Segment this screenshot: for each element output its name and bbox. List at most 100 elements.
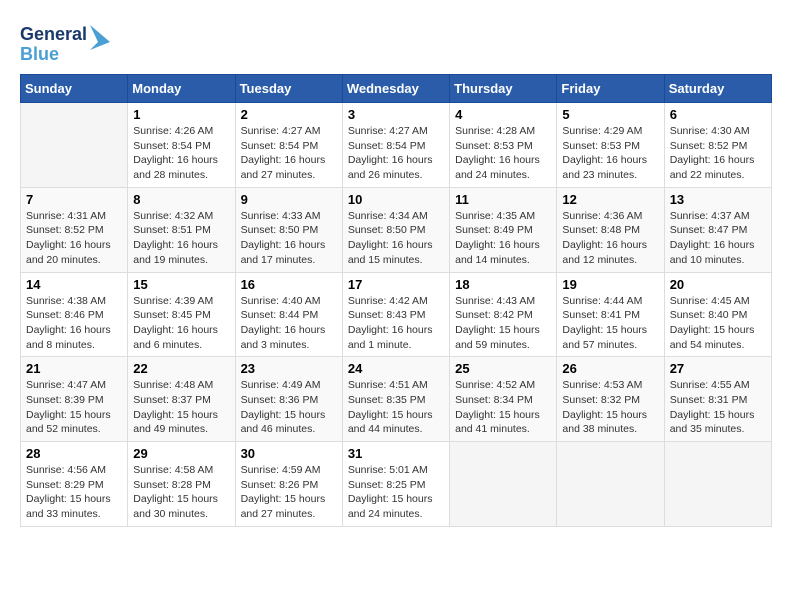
svg-text:Blue: Blue — [20, 44, 59, 64]
calendar-cell — [557, 442, 664, 527]
day-number: 31 — [348, 446, 444, 461]
day-number: 13 — [670, 192, 766, 207]
logo-svg: GeneralBlue — [20, 20, 110, 64]
calendar-cell: 8 Sunrise: 4:32 AM Sunset: 8:51 PM Daylig… — [128, 187, 235, 272]
calendar-week-row: 28 Sunrise: 4:56 AM Sunset: 8:29 PM Dayli… — [21, 442, 772, 527]
day-info: Sunrise: 4:27 AM Sunset: 8:54 PM Dayligh… — [348, 124, 444, 183]
calendar-cell: 9Sunrise: 4:33 AM Sunset: 8:50 PM Daylig… — [235, 187, 342, 272]
day-number: 20 — [670, 277, 766, 292]
calendar-week-row: 14 Sunrise: 4:38 AM Sunset: 8:46 PM Dayli… — [21, 272, 772, 357]
calendar-cell: 20Sunrise: 4:45 AM Sunset: 8:40 PM Dayli… — [664, 272, 771, 357]
calendar-cell: 16 Sunrise: 4:40 AM Sunset: 8:44 PM Dayli… — [235, 272, 342, 357]
day-header-wednesday: Wednesday — [342, 75, 449, 103]
calendar-cell: 2Sunrise: 4:27 AM Sunset: 8:54 PM Daylig… — [235, 103, 342, 188]
day-info: Sunrise: 4:40 AM Sunset: 8:44 PM Dayligh… — [241, 294, 337, 353]
day-header-saturday: Saturday — [664, 75, 771, 103]
calendar-week-row: 1 Sunrise: 4:26 AM Sunset: 8:54 PM Daylig… — [21, 103, 772, 188]
calendar-cell: 12 Sunrise: 4:36 AM Sunset: 8:48 PM Dayli… — [557, 187, 664, 272]
calendar-table: SundayMondayTuesdayWednesdayThursdayFrid… — [20, 74, 772, 527]
day-number: 30 — [241, 446, 337, 461]
calendar-cell: 7 Sunrise: 4:31 AM Sunset: 8:52 PM Daylig… — [21, 187, 128, 272]
day-info: Sunrise: 4:39 AM Sunset: 8:45 PM Dayligh… — [133, 294, 229, 353]
calendar-cell: 31 Sunrise: 5:01 AM Sunset: 8:25 PM Dayli… — [342, 442, 449, 527]
day-number: 11 — [455, 192, 551, 207]
day-number: 21 — [26, 361, 122, 376]
day-info: Sunrise: 4:51 AM Sunset: 8:35 PM Dayligh… — [348, 378, 444, 437]
day-number: 24 — [348, 361, 444, 376]
day-number: 10 — [348, 192, 444, 207]
day-number: 17 — [348, 277, 444, 292]
calendar-cell: 3 Sunrise: 4:27 AM Sunset: 8:54 PM Daylig… — [342, 103, 449, 188]
day-info: Sunrise: 4:58 AM Sunset: 8:28 PM Dayligh… — [133, 463, 229, 522]
day-info: Sunrise: 4:36 AM Sunset: 8:48 PM Dayligh… — [562, 209, 658, 268]
day-info: Sunrise: 4:56 AM Sunset: 8:29 PM Dayligh… — [26, 463, 122, 522]
calendar-cell: 21 Sunrise: 4:47 AM Sunset: 8:39 PM Dayli… — [21, 357, 128, 442]
calendar-week-row: 7 Sunrise: 4:31 AM Sunset: 8:52 PM Daylig… — [21, 187, 772, 272]
day-info: Sunrise: 4:29 AM Sunset: 8:53 PM Dayligh… — [562, 124, 658, 183]
day-header-monday: Monday — [128, 75, 235, 103]
day-number: 12 — [562, 192, 658, 207]
calendar-cell: 14 Sunrise: 4:38 AM Sunset: 8:46 PM Dayli… — [21, 272, 128, 357]
calendar-cell — [21, 103, 128, 188]
calendar-header-row: SundayMondayTuesdayWednesdayThursdayFrid… — [21, 75, 772, 103]
day-info: Sunrise: 4:35 AM Sunset: 8:49 PM Dayligh… — [455, 209, 551, 268]
day-info: Sunrise: 4:49 AM Sunset: 8:36 PM Dayligh… — [241, 378, 337, 437]
day-info: Sunrise: 4:37 AM Sunset: 8:47 PM Dayligh… — [670, 209, 766, 268]
day-number: 27 — [670, 361, 766, 376]
day-number: 26 — [562, 361, 658, 376]
day-info: Sunrise: 4:43 AM Sunset: 8:42 PM Dayligh… — [455, 294, 551, 353]
day-number: 7 — [26, 192, 122, 207]
calendar-cell: 28 Sunrise: 4:56 AM Sunset: 8:29 PM Dayli… — [21, 442, 128, 527]
calendar-cell: 10 Sunrise: 4:34 AM Sunset: 8:50 PM Dayli… — [342, 187, 449, 272]
day-info: Sunrise: 4:42 AM Sunset: 8:43 PM Dayligh… — [348, 294, 444, 353]
day-info: Sunrise: 4:31 AM Sunset: 8:52 PM Dayligh… — [26, 209, 122, 268]
calendar-cell: 13 Sunrise: 4:37 AM Sunset: 8:47 PM Dayli… — [664, 187, 771, 272]
day-number: 1 — [133, 107, 229, 122]
day-info: Sunrise: 4:47 AM Sunset: 8:39 PM Dayligh… — [26, 378, 122, 437]
day-info: Sunrise: 4:26 AM Sunset: 8:54 PM Dayligh… — [133, 124, 229, 183]
calendar-cell: 5 Sunrise: 4:29 AM Sunset: 8:53 PM Daylig… — [557, 103, 664, 188]
day-number: 9 — [241, 192, 337, 207]
calendar-cell — [450, 442, 557, 527]
calendar-cell — [664, 442, 771, 527]
calendar-cell: 25Sunrise: 4:52 AM Sunset: 8:34 PM Dayli… — [450, 357, 557, 442]
calendar-cell: 4 Sunrise: 4:28 AM Sunset: 8:53 PM Daylig… — [450, 103, 557, 188]
day-info: Sunrise: 5:01 AM Sunset: 8:25 PM Dayligh… — [348, 463, 444, 522]
header: GeneralBlue — [20, 20, 772, 64]
calendar-cell: 6Sunrise: 4:30 AM Sunset: 8:52 PM Daylig… — [664, 103, 771, 188]
logo: GeneralBlue — [20, 20, 110, 64]
calendar-cell: 23Sunrise: 4:49 AM Sunset: 8:36 PM Dayli… — [235, 357, 342, 442]
calendar-cell: 24 Sunrise: 4:51 AM Sunset: 8:35 PM Dayli… — [342, 357, 449, 442]
day-number: 3 — [348, 107, 444, 122]
calendar-cell: 19 Sunrise: 4:44 AM Sunset: 8:41 PM Dayli… — [557, 272, 664, 357]
day-info: Sunrise: 4:34 AM Sunset: 8:50 PM Dayligh… — [348, 209, 444, 268]
day-info: Sunrise: 4:28 AM Sunset: 8:53 PM Dayligh… — [455, 124, 551, 183]
calendar-cell: 15 Sunrise: 4:39 AM Sunset: 8:45 PM Dayli… — [128, 272, 235, 357]
day-number: 4 — [455, 107, 551, 122]
day-number: 14 — [26, 277, 122, 292]
day-number: 16 — [241, 277, 337, 292]
day-number: 25 — [455, 361, 551, 376]
day-info: Sunrise: 4:44 AM Sunset: 8:41 PM Dayligh… — [562, 294, 658, 353]
day-info: Sunrise: 4:53 AM Sunset: 8:32 PM Dayligh… — [562, 378, 658, 437]
day-number: 28 — [26, 446, 122, 461]
day-number: 8 — [133, 192, 229, 207]
calendar-cell: 17 Sunrise: 4:42 AM Sunset: 8:43 PM Dayli… — [342, 272, 449, 357]
day-number: 19 — [562, 277, 658, 292]
day-header-tuesday: Tuesday — [235, 75, 342, 103]
day-info: Sunrise: 4:55 AM Sunset: 8:31 PM Dayligh… — [670, 378, 766, 437]
day-number: 5 — [562, 107, 658, 122]
calendar-cell: 29 Sunrise: 4:58 AM Sunset: 8:28 PM Dayli… — [128, 442, 235, 527]
calendar-cell: 18 Sunrise: 4:43 AM Sunset: 8:42 PM Dayli… — [450, 272, 557, 357]
day-header-friday: Friday — [557, 75, 664, 103]
day-info: Sunrise: 4:30 AM Sunset: 8:52 PM Dayligh… — [670, 124, 766, 183]
day-number: 18 — [455, 277, 551, 292]
day-number: 2 — [241, 107, 337, 122]
day-number: 15 — [133, 277, 229, 292]
day-info: Sunrise: 4:32 AM Sunset: 8:51 PM Dayligh… — [133, 209, 229, 268]
calendar-cell: 11 Sunrise: 4:35 AM Sunset: 8:49 PM Dayli… — [450, 187, 557, 272]
day-number: 29 — [133, 446, 229, 461]
day-number: 22 — [133, 361, 229, 376]
calendar-cell: 26 Sunrise: 4:53 AM Sunset: 8:32 PM Dayli… — [557, 357, 664, 442]
day-info: Sunrise: 4:38 AM Sunset: 8:46 PM Dayligh… — [26, 294, 122, 353]
